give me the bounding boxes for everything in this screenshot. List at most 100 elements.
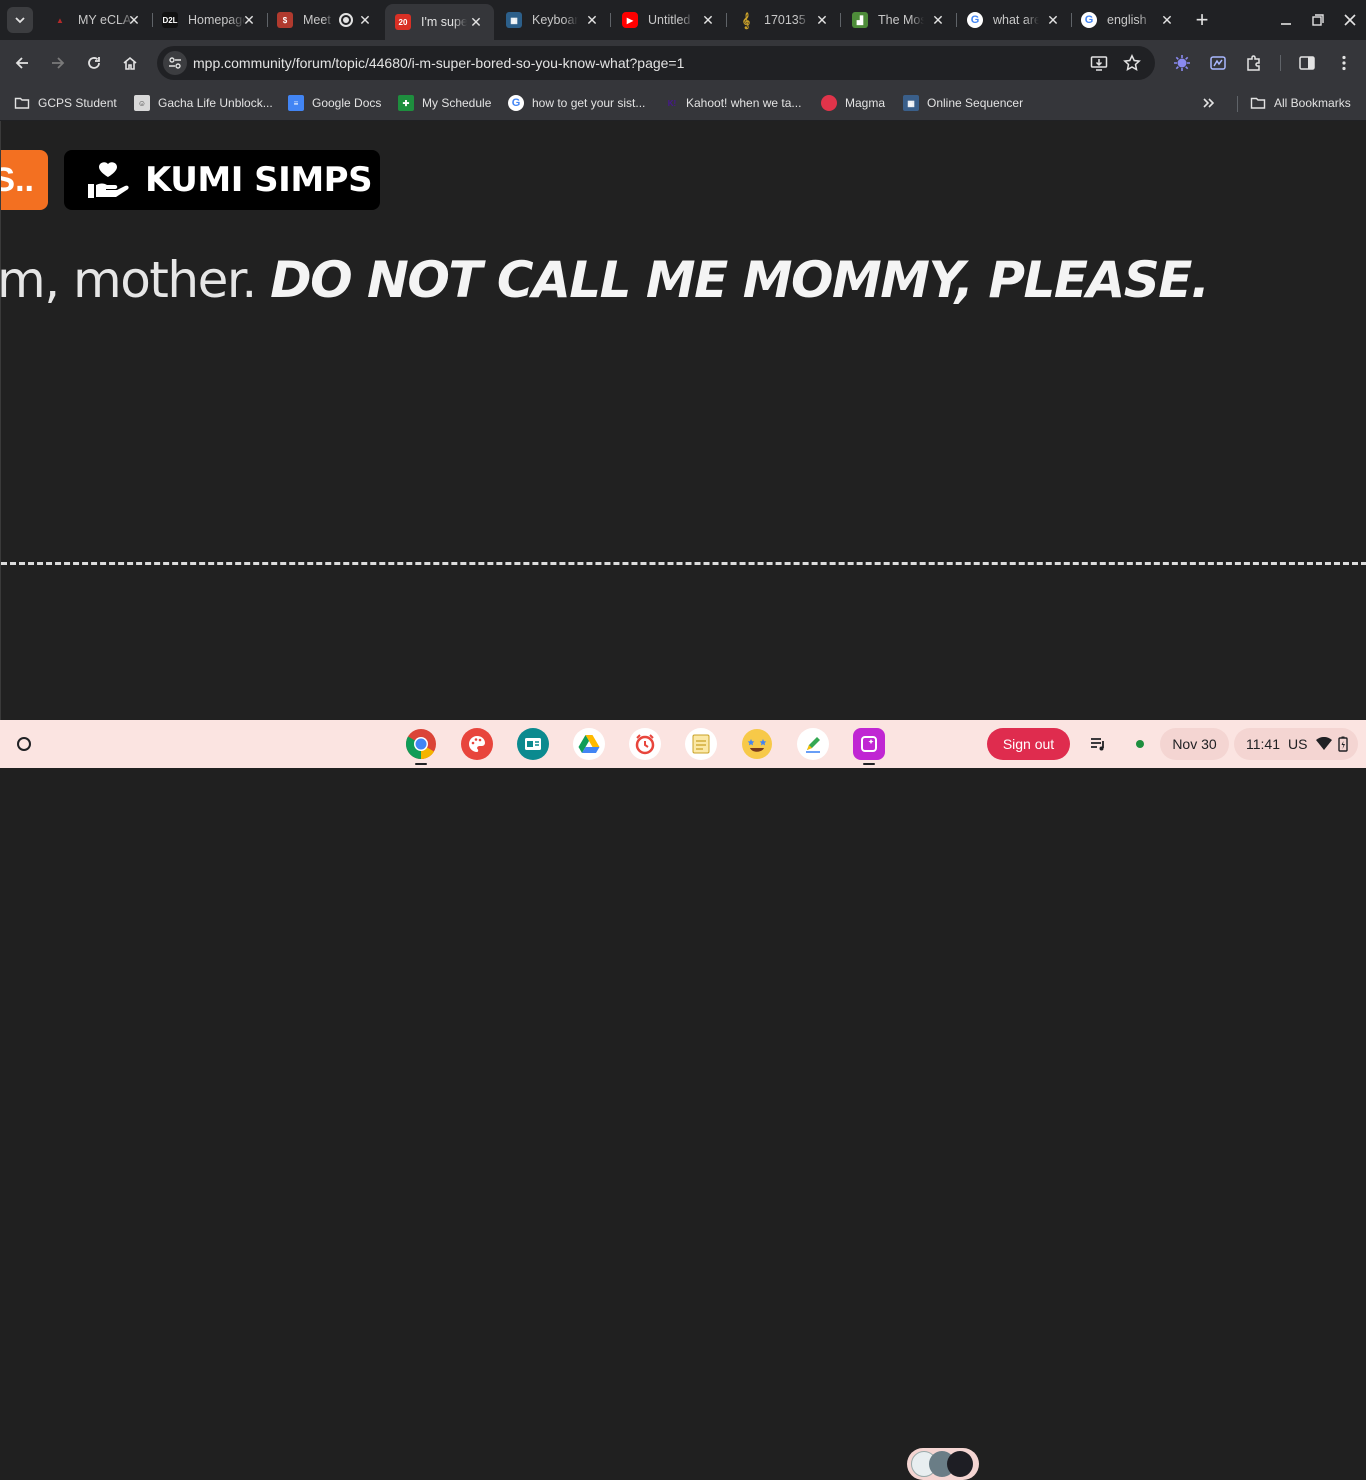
toolbar-divider [1280, 55, 1281, 71]
forward-button[interactable] [46, 51, 70, 75]
post-text: m, mother. DO NOT CALL ME MOMMY, PLEASE. [0, 251, 1210, 309]
tab-search-button[interactable] [7, 7, 33, 33]
clock-app[interactable] [629, 728, 661, 760]
bookmark-kahoot[interactable]: K! Kahoot! when we ta... [664, 91, 802, 115]
restore-button[interactable] [1308, 10, 1328, 30]
badge-name: KUMI SIMPS [145, 160, 373, 200]
tab-5[interactable]: ▶ Untitled ✕ [612, 6, 727, 34]
back-button[interactable] [10, 51, 34, 75]
close-icon[interactable]: ✕ [241, 12, 257, 28]
screencast-app[interactable] [853, 728, 885, 760]
bookmark-label: GCPS Student [38, 96, 117, 110]
media-controls-button[interactable] [1080, 728, 1116, 760]
folder-icon [14, 97, 30, 109]
close-icon[interactable]: ✕ [1045, 12, 1061, 28]
close-icon[interactable]: ✕ [584, 12, 600, 28]
extensions-button[interactable] [1243, 52, 1265, 74]
tab-0[interactable]: ▲ MY eCLASS ✕ [42, 6, 153, 34]
kumi-simps-badge[interactable]: KUMI SIMPS [64, 150, 380, 210]
tab-9[interactable]: G english ✕ [1071, 6, 1185, 34]
sign-out-button[interactable]: Sign out [987, 728, 1070, 760]
close-icon[interactable]: ✕ [1159, 12, 1175, 28]
bookmark-star-button[interactable] [1122, 53, 1142, 73]
docs-icon: ≡ [288, 95, 304, 111]
close-icon[interactable]: ✕ [930, 12, 946, 28]
status-tray-button[interactable]: 11:41 US [1234, 728, 1358, 760]
keyboard-favicon-icon: ▦ [506, 12, 522, 28]
minimize-button[interactable] [1276, 10, 1296, 30]
address-bar[interactable]: mpp.community/forum/topic/44680/i-m-supe… [157, 46, 1155, 80]
tab-4[interactable]: ▦ Keyboard ✕ [496, 6, 611, 34]
tab-title: 170135 [764, 13, 806, 27]
tab-2[interactable]: $ Meet ✕ [267, 6, 383, 34]
bookmark-label: how to get your sist... [532, 96, 646, 110]
drive-app[interactable] [573, 728, 605, 760]
tab-separator [610, 13, 611, 27]
arrow-left-icon [15, 57, 28, 69]
holding-space-button[interactable] [907, 1448, 979, 1480]
all-bookmarks-button[interactable]: All Bookmarks [1250, 91, 1351, 115]
notes-app[interactable] [685, 728, 717, 760]
home-button[interactable] [118, 51, 142, 75]
tab-title: I'm super bored [421, 15, 467, 29]
bookmark-label: Kahoot! when we ta... [686, 96, 802, 110]
side-panel-button[interactable] [1296, 52, 1318, 74]
bookmark-online-sequencer[interactable]: ▦ Online Sequencer [903, 91, 1023, 115]
chart-favicon-icon: ▟ [852, 12, 868, 28]
bookmark-magma[interactable]: Magma [821, 91, 885, 115]
bookmark-gacha-life[interactable]: ☺ Gacha Life Unblock... [134, 91, 273, 115]
bookmark-my-schedule[interactable]: ✚ My Schedule [398, 91, 491, 115]
close-icon[interactable]: ✕ [814, 12, 830, 28]
new-tab-button[interactable]: + [1192, 9, 1212, 31]
side-panel-icon [1299, 56, 1315, 70]
menu-button[interactable] [1333, 52, 1355, 74]
paint-app[interactable] [461, 728, 493, 760]
sparkle-square-icon [861, 736, 877, 752]
note-icon [692, 734, 710, 754]
time-text: 11:41 [1246, 736, 1280, 752]
tab-1[interactable]: D2L Homepage ✕ [152, 6, 268, 34]
close-icon[interactable]: ✕ [468, 14, 484, 30]
close-icon[interactable]: ✕ [126, 12, 142, 28]
reload-button[interactable] [82, 51, 106, 75]
board-icon [525, 738, 541, 750]
recording-icon [339, 13, 353, 27]
canvas-app[interactable] [797, 728, 829, 760]
bookmarks-overflow-button[interactable] [1201, 91, 1217, 115]
bookmark-how-to-get[interactable]: G how to get your sist... [508, 91, 645, 115]
classroom-app[interactable] [517, 728, 549, 760]
chrome-app[interactable] [405, 728, 437, 760]
launcher-button[interactable] [10, 730, 38, 758]
drive-icon [578, 735, 600, 753]
date-text: Nov 30 [1172, 736, 1217, 752]
magma-icon [821, 95, 837, 111]
tab-7[interactable]: ▟ The Most ✕ [842, 6, 957, 34]
gacha-icon: ☺ [134, 95, 150, 111]
close-icon[interactable]: ✕ [357, 12, 373, 28]
date-tray-button[interactable]: Nov 30 [1160, 728, 1229, 760]
install-app-button[interactable] [1089, 53, 1109, 73]
extension-1-button[interactable] [1171, 52, 1193, 74]
bookmark-gcps-student[interactable]: GCPS Student [14, 91, 117, 115]
chevron-down-icon [15, 17, 25, 24]
url-text[interactable]: mpp.community/forum/topic/44680/i-m-supe… [193, 55, 684, 71]
tab-6[interactable]: 𝄞 170135 ✕ [728, 6, 841, 34]
sequencer-icon: ▦ [903, 95, 919, 111]
bookmark-google-docs[interactable]: ≡ Google Docs [288, 91, 381, 115]
extension-sun-icon [1174, 55, 1190, 71]
extension-2-button[interactable] [1207, 52, 1229, 74]
launcher-circle-icon [17, 737, 31, 751]
close-icon[interactable]: ✕ [700, 12, 716, 28]
mpp-favicon-icon: 20 [395, 14, 411, 30]
meet-favicon-icon: $ [277, 12, 293, 28]
emoji-app[interactable] [741, 728, 773, 760]
tab-3-active[interactable]: 20 I'm super bored ✕ [385, 4, 494, 40]
site-info-button[interactable] [163, 51, 187, 75]
d2l-favicon-icon: D2L [162, 12, 178, 28]
orange-badge[interactable]: S.. [1, 150, 48, 210]
post-plain-text: m, mother. [0, 251, 271, 309]
close-window-button[interactable] [1340, 10, 1360, 30]
google-icon: G [508, 95, 524, 111]
tab-8[interactable]: G what are ✕ [957, 6, 1072, 34]
reading-icon [1210, 56, 1226, 70]
